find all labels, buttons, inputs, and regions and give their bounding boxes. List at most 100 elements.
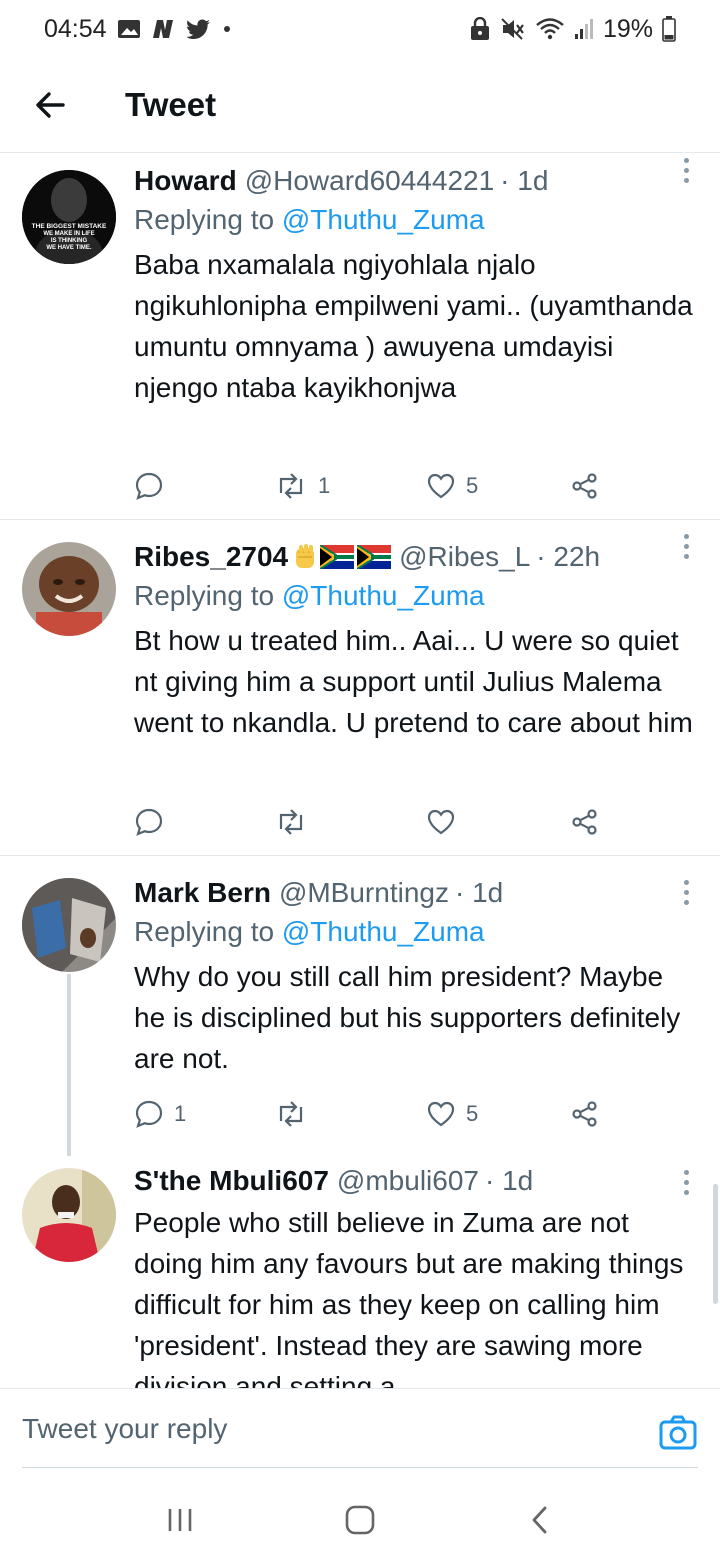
retweet-icon — [279, 473, 303, 499]
avatar[interactable] — [22, 542, 116, 636]
author-name[interactable]: Ribes_2704 — [134, 538, 288, 576]
tweet-meta: Howard @Howard60444221 · 1d — [134, 162, 694, 200]
more-options-button[interactable] — [680, 1170, 692, 1195]
share-icon — [572, 809, 597, 835]
news-notification-icon — [151, 18, 177, 40]
chevron-left-icon — [532, 1506, 547, 1534]
avatar[interactable] — [22, 1168, 116, 1262]
mention-link[interactable]: @Thuthu_Zuma — [282, 204, 485, 235]
avatar[interactable]: THE BIGGEST MISTAKE WE MAKE IN LIFE IS T… — [22, 170, 116, 264]
tweet-text: Why do you still call him president? May… — [134, 961, 681, 1074]
svg-text:WE MAKE IN LIFE: WE MAKE IN LIFE — [43, 231, 94, 237]
scrollbar[interactable] — [713, 1184, 718, 1304]
tweet-meta: Mark Bern @MBurntingz · 1d — [134, 874, 694, 912]
recent-apps-icon — [168, 1509, 192, 1531]
like-count: 5 — [466, 473, 479, 498]
tweet-reply[interactable]: Ribes_2704 @Ribes_L · 22h Replying to @T… — [0, 520, 720, 856]
share-icon — [572, 473, 597, 499]
page-title: Tweet — [125, 86, 217, 123]
author-name[interactable]: Howard — [134, 162, 237, 200]
recent-apps-button[interactable] — [150, 1490, 210, 1550]
retweet-button[interactable] — [274, 1094, 318, 1134]
more-options-button[interactable] — [680, 880, 692, 905]
tweet-reply[interactable]: THE BIGGEST MISTAKE WE MAKE IN LIFE IS T… — [0, 154, 720, 520]
replying-to: Replying to @Thuthu_Zuma — [134, 576, 694, 616]
replying-to: Replying to @Thuthu_Zuma — [134, 200, 694, 240]
back-nav-button[interactable] — [510, 1490, 570, 1550]
tweet-text: Bt how u treated him.. Aai... U were so … — [134, 625, 693, 738]
dot-icon — [221, 23, 233, 35]
share-button[interactable] — [570, 466, 600, 506]
author-name[interactable]: Mark Bern — [134, 874, 271, 912]
like-button[interactable]: 5 — [426, 466, 478, 506]
lock-icon — [469, 17, 491, 41]
tweet-text: Baba nxamalala ngiyohlala njalo ngikuhlo… — [134, 249, 693, 403]
retweet-count: 1 — [318, 473, 331, 498]
reply-count: 1 — [174, 1101, 187, 1126]
more-options-button[interactable] — [680, 534, 692, 559]
twitter-notification-icon — [186, 19, 211, 39]
comment-icon — [135, 1100, 163, 1128]
svg-text:THE BIGGEST MISTAKE: THE BIGGEST MISTAKE — [32, 223, 107, 230]
retweet-button[interactable]: 1 — [274, 466, 330, 506]
reply-button[interactable]: 1 — [134, 1094, 186, 1134]
reply-composer: Tweet your reply — [0, 1388, 720, 1480]
retweet-button[interactable] — [274, 802, 318, 842]
thread-connector-line — [67, 974, 71, 1156]
like-button[interactable]: 5 — [426, 1094, 478, 1134]
heart-icon — [427, 1101, 455, 1127]
replying-prefix: Replying to — [134, 204, 275, 235]
raised-fist-emoji — [290, 542, 320, 572]
retweet-icon — [279, 1101, 303, 1127]
heart-icon — [427, 809, 455, 835]
author-handle: @MBurntingz — [278, 877, 449, 908]
retweet-icon — [279, 809, 303, 835]
heart-icon — [427, 473, 455, 499]
tweet-reply[interactable]: Mark Bern @MBurntingz · 1d Replying to @… — [0, 856, 720, 1156]
reply-input[interactable]: Tweet your reply — [22, 1413, 227, 1445]
tweet-actions: 1 5 — [134, 466, 614, 506]
system-nav-bar — [0, 1480, 720, 1560]
replying-prefix: Replying to — [134, 580, 275, 611]
tweet-meta: Ribes_2704 @Ribes_L · 22h — [134, 538, 694, 576]
tweet-time: · 1d — [484, 1165, 534, 1196]
share-icon — [572, 1101, 597, 1127]
home-icon — [345, 1505, 375, 1535]
share-button[interactable] — [570, 802, 600, 842]
home-button[interactable] — [330, 1490, 390, 1550]
mention-link[interactable]: @Thuthu_Zuma — [282, 580, 485, 611]
signal-icon — [574, 17, 594, 41]
mute-icon — [500, 17, 526, 41]
reply-input-underline — [22, 1467, 698, 1468]
reply-button[interactable] — [134, 466, 174, 506]
wifi-icon — [535, 17, 565, 41]
gallery-notification-icon — [117, 18, 141, 40]
tweet-meta: S'the Mbuli607 @mbuli607 · 1d — [134, 1162, 694, 1200]
status-bar: 04:54 19% — [0, 0, 720, 58]
like-button[interactable] — [426, 802, 466, 842]
reply-feed[interactable]: THE BIGGEST MISTAKE WE MAKE IN LIFE IS T… — [0, 154, 720, 1388]
author-handle: @Ribes_L — [399, 541, 531, 572]
avatar[interactable] — [22, 878, 116, 972]
camera-button[interactable] — [658, 1413, 698, 1453]
share-button[interactable] — [570, 1094, 600, 1134]
replying-prefix: Replying to — [134, 916, 275, 947]
author-handle: @mbuli607 — [336, 1165, 479, 1196]
more-options-button[interactable] — [680, 158, 692, 183]
comment-icon — [135, 472, 163, 500]
tweet-time: · 1d — [454, 877, 504, 908]
tweet-time: · 1d — [500, 165, 549, 196]
camera-icon — [659, 1415, 697, 1450]
tweet-actions — [134, 802, 614, 842]
author-handle: @Howard60444221 — [244, 165, 495, 196]
tweet-actions: 1 5 — [134, 1094, 614, 1134]
arrow-left-icon — [36, 92, 65, 118]
back-button[interactable] — [0, 58, 100, 153]
tweet-reply[interactable]: S'the Mbuli607 @mbuli607 · 1d People who… — [0, 1156, 720, 1388]
reply-button[interactable] — [134, 802, 174, 842]
mention-link[interactable]: @Thuthu_Zuma — [282, 916, 485, 947]
tweet-text: People who still believe in Zuma are not… — [134, 1207, 684, 1388]
status-time: 04:54 — [44, 14, 107, 43]
author-name[interactable]: S'the Mbuli607 — [134, 1162, 329, 1200]
replying-to: Replying to @Thuthu_Zuma — [134, 912, 694, 952]
